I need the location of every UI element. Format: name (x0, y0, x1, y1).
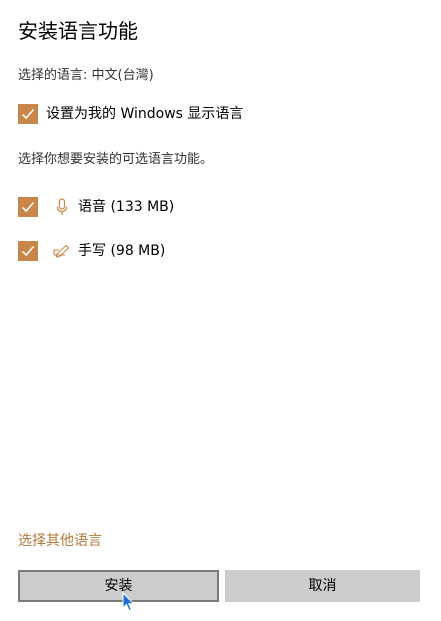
install-button[interactable]: 安装 (18, 570, 219, 602)
display-language-checkbox[interactable] (18, 104, 38, 124)
dialog-title: 安装语言功能 (18, 19, 138, 43)
feature-item-handwriting[interactable]: 手写 (98 MB) (18, 241, 165, 261)
checkmark-icon (21, 201, 35, 213)
choose-other-language-link[interactable]: 选择其他语言 (18, 531, 102, 551)
handwriting-checkbox[interactable] (18, 241, 38, 261)
checkmark-icon (21, 108, 35, 120)
selected-language-text: 选择的语言: 中文(台灣) (18, 68, 154, 83)
mouse-cursor-icon (122, 592, 135, 612)
microphone-icon (52, 197, 72, 217)
speech-checkbox[interactable] (18, 197, 38, 217)
display-language-option[interactable]: 设置为我的 Windows 显示语言 (18, 104, 243, 124)
handwriting-label: 手写 (98 MB) (78, 243, 166, 259)
display-language-label: 设置为我的 Windows 显示语言 (46, 106, 244, 122)
feature-item-speech[interactable]: 语音 (133 MB) (18, 197, 174, 217)
checkmark-icon (21, 245, 35, 257)
instructions-text: 选择你想要安装的可选语言功能。 (18, 152, 214, 167)
speech-label: 语音 (133 MB) (78, 199, 175, 215)
handwriting-pen-icon (52, 241, 72, 261)
cancel-button[interactable]: 取消 (225, 570, 420, 602)
